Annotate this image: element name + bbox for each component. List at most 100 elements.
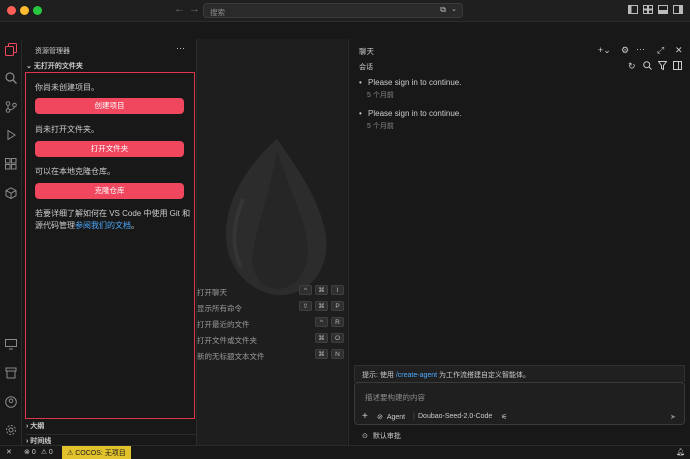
chevron-down-icon[interactable]: ⌄ xyxy=(451,5,457,13)
chevron-right-icon: › xyxy=(26,423,29,430)
outline-section-header[interactable]: › 大纲 xyxy=(26,421,44,431)
explorer-sidebar: 资源管理器 ··· ⌄ 无打开的文件夹 你尚未创建项目。 创建项目 尚未打开文件… xyxy=(22,39,197,445)
editor-area: 打开聊天 ^ ⌘ I 显示所有命令 ⇧ ⌘ P 打开最近的文件 ^ R 打开文件… xyxy=(197,39,347,445)
shield-icon: ⊙ xyxy=(362,433,368,440)
command-label: 打开最近的文件 xyxy=(197,320,250,329)
close-window-button[interactable] xyxy=(7,6,16,15)
model-picker[interactable]: Doubao-Seed-2.0-Code xyxy=(418,413,492,420)
problems-indicator[interactable]: ⊗ 0 ⚠ 0 xyxy=(24,448,53,456)
docs-link[interactable]: 参阅我们的文档 xyxy=(75,221,131,230)
add-context-plus-icon[interactable]: + xyxy=(362,411,368,422)
chevron-down-icon: ⌄ xyxy=(26,63,32,70)
command-hint-open-recent: 打开最近的文件 ^ R xyxy=(197,317,347,329)
search-placeholder: 搜索 xyxy=(210,8,225,17)
no-project-text: 你尚未创建项目。 xyxy=(35,83,99,92)
key-letter: N xyxy=(331,349,344,359)
chat-session-item[interactable]: • Please sign in to continue. 5 个月前 xyxy=(359,109,461,131)
toggle-secondary-sidebar-icon[interactable] xyxy=(672,5,683,16)
outline-label: 大纲 xyxy=(30,423,45,430)
command-hint-new-file: 新的无标题文本文件 ⌘ N xyxy=(197,349,347,361)
key-shift: ⇧ xyxy=(299,301,312,311)
chat-input-placeholder: 描述要构建的内容 xyxy=(365,393,425,402)
chat-session-item[interactable]: • Please sign in to continue. 5 个月前 xyxy=(359,78,461,100)
toggle-panel-icon[interactable] xyxy=(657,5,668,16)
approval-setting[interactable]: ⊙ 默认审批 xyxy=(362,431,401,441)
command-label: 显示所有命令 xyxy=(197,304,242,313)
chat-input[interactable]: 描述要构建的内容 + ⊘ Agent | Doubao-Seed-2.0-Cod… xyxy=(354,382,685,425)
customize-layout-icon[interactable] xyxy=(642,5,653,16)
toggle-sidebar-icon[interactable] xyxy=(673,61,682,72)
section-label: 无打开的文件夹 xyxy=(33,63,83,70)
session-text: Please sign in to continue. xyxy=(368,78,462,87)
clone-repository-button[interactable]: 克隆仓库 xyxy=(35,183,184,199)
remote-explorer-icon[interactable] xyxy=(3,338,19,354)
remote-icon[interactable]: ✕ xyxy=(6,448,12,456)
settings-gear-icon[interactable] xyxy=(3,424,19,440)
session-text: Please sign in to continue. xyxy=(368,109,462,118)
notifications-bell-icon[interactable]: 🔔︎ xyxy=(676,448,685,456)
explorer-icon[interactable] xyxy=(3,43,19,59)
create-project-button[interactable]: 创建项目 xyxy=(35,98,184,114)
sessions-label: 会话 xyxy=(359,64,373,71)
create-agent-link[interactable]: /create-agent xyxy=(396,372,437,379)
no-folder-text: 尚未打开文件夹。 xyxy=(35,125,99,134)
gear-icon[interactable]: ⚙ xyxy=(621,45,629,55)
tools-settings-icon[interactable]: ⚟ xyxy=(501,413,507,421)
chevron-right-icon: › xyxy=(26,438,29,445)
activity-bar xyxy=(0,39,22,445)
error-count: 0 xyxy=(31,449,36,456)
search-icon[interactable] xyxy=(643,61,652,72)
command-hint-show-commands: 显示所有命令 ⇧ ⌘ P xyxy=(197,301,347,313)
agent-sparkle-icon[interactable]: ⧉ xyxy=(440,5,446,15)
command-center-search[interactable]: 搜索 ⧉ ⌄ xyxy=(203,3,463,18)
send-icon[interactable]: ➤ xyxy=(670,413,676,421)
key-letter: R xyxy=(331,317,344,327)
new-chat-plus-icon[interactable]: +⌄ xyxy=(598,45,611,55)
filter-icon[interactable] xyxy=(657,61,668,72)
cocos-label: COCOS: 无项目 xyxy=(75,450,126,457)
run-debug-icon[interactable] xyxy=(3,129,19,145)
learn-more-prefix: 源代码管理 xyxy=(35,221,75,230)
status-bar: ✕ ⊗ 0 ⚠ 0 ⚠ COCOS: 无项目 🔔︎ xyxy=(0,445,690,459)
warning-count: 0 xyxy=(48,449,53,456)
more-actions-icon[interactable]: ··· xyxy=(636,44,645,54)
warning-icon: ⚠ xyxy=(40,449,47,456)
toggle-primary-sidebar-icon[interactable] xyxy=(627,5,638,16)
close-icon[interactable]: ✕ xyxy=(675,45,683,55)
open-folder-button[interactable]: 打开文件夹 xyxy=(35,141,184,157)
refresh-icon[interactable]: ↻ xyxy=(628,61,636,71)
source-control-icon[interactable] xyxy=(3,101,19,117)
session-time: 5 个月前 xyxy=(367,92,394,99)
chat-title: 聊天 xyxy=(359,47,374,56)
learn-more-line2: 源代码管理参阅我们的文档。 xyxy=(35,220,139,231)
key-letter: P xyxy=(331,301,344,311)
cube-icon[interactable] xyxy=(3,187,19,203)
divider: | xyxy=(413,413,415,420)
agent-icon: ⊘ xyxy=(377,414,383,421)
search-icon[interactable] xyxy=(3,72,19,88)
extensions-icon[interactable] xyxy=(3,158,19,174)
command-hint-open-file: 打开文件或文件夹 ⌘ O xyxy=(197,333,347,345)
command-hint-open-chat: 打开聊天 ^ ⌘ I xyxy=(197,285,347,297)
chat-tip: 提示: 使用 /create-agent 为工作流搭建自定义智能体。 xyxy=(354,365,685,382)
no-folder-section-header[interactable]: ⌄ 无打开的文件夹 xyxy=(26,61,83,71)
zoom-window-button[interactable] xyxy=(33,6,42,15)
key-ctrl: ^ xyxy=(299,285,312,295)
forward-arrow-icon[interactable]: → xyxy=(189,3,200,15)
account-icon[interactable] xyxy=(3,396,19,412)
back-arrow-icon[interactable]: ← xyxy=(174,3,185,15)
package-icon[interactable] xyxy=(3,367,19,383)
minimize-window-button[interactable] xyxy=(20,6,29,15)
learn-more-suffix: 。 xyxy=(131,221,139,230)
command-label: 打开聊天 xyxy=(197,288,227,297)
key-letter: O xyxy=(331,333,344,343)
maximize-icon[interactable]: ⤢ xyxy=(657,45,664,55)
session-time: 5 个月前 xyxy=(367,123,394,130)
key-cmd: ⌘ xyxy=(315,333,328,343)
cocos-status-item[interactable]: ⚠ COCOS: 无项目 xyxy=(62,446,131,459)
more-actions-icon[interactable]: ··· xyxy=(176,43,185,53)
warning-icon: ⚠ xyxy=(67,450,74,457)
mode-picker[interactable]: ⊘ Agent xyxy=(377,413,405,421)
tip-suffix: 为工作流搭建自定义智能体。 xyxy=(437,372,531,379)
command-label: 打开文件或文件夹 xyxy=(197,336,257,345)
